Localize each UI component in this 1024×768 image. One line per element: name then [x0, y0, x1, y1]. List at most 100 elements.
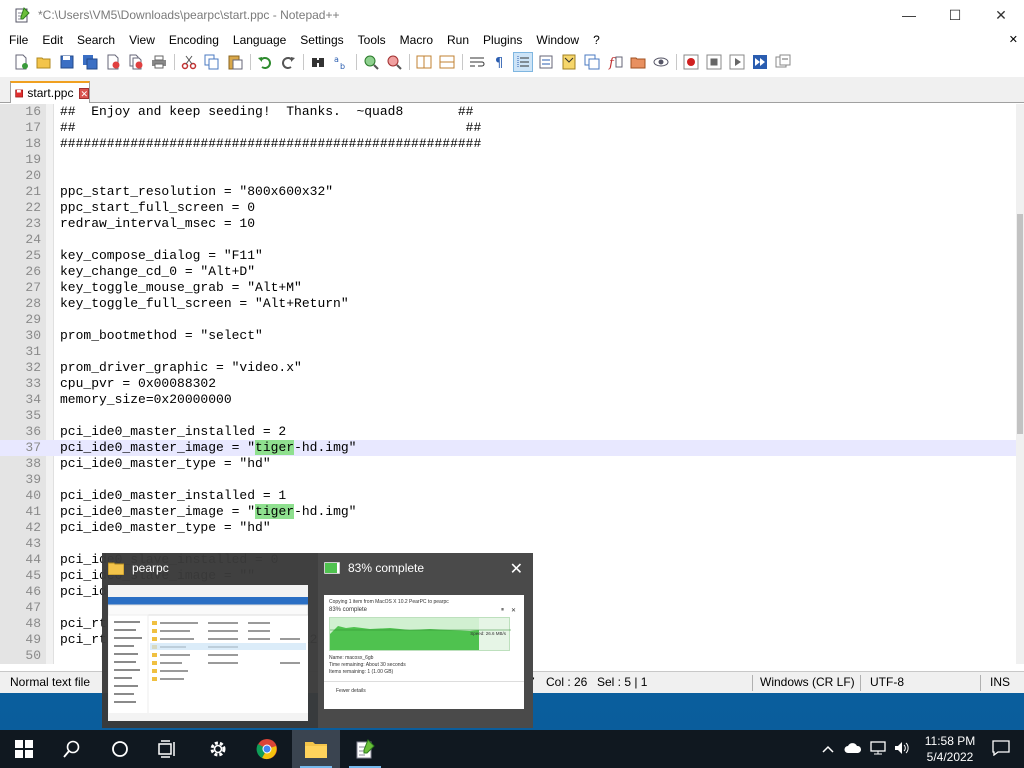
- copy-progress-thumbnail[interactable]: 83% complete ✕ Copying 1 item from MacOS…: [318, 553, 533, 728]
- menu-view[interactable]: View: [122, 30, 162, 50]
- paste-icon[interactable]: [226, 53, 244, 71]
- code-line[interactable]: 19: [0, 152, 1016, 168]
- code-line[interactable]: 28 key_toggle_full_screen = "Alt+Return": [0, 296, 1016, 312]
- onedrive-icon[interactable]: [844, 742, 862, 757]
- save-macro-icon[interactable]: [774, 53, 792, 71]
- code-line[interactable]: 41 pci_ide0_master_image = "tiger-hd.img": [0, 504, 1016, 520]
- sync-vertical-icon[interactable]: [415, 53, 433, 71]
- show-all-chars-icon[interactable]: ¶: [491, 53, 509, 71]
- menu-file[interactable]: File: [0, 30, 35, 50]
- folder-icon[interactable]: [629, 53, 647, 71]
- code-line[interactable]: 31: [0, 344, 1016, 360]
- tab-start-ppc[interactable]: start.ppc ✕: [10, 81, 90, 103]
- maximize-button[interactable]: ☐: [932, 0, 978, 30]
- menu-plugins[interactable]: Plugins: [476, 30, 529, 50]
- code-line[interactable]: 29: [0, 312, 1016, 328]
- sync-horizontal-icon[interactable]: [438, 53, 456, 71]
- task-view-button[interactable]: [144, 730, 192, 768]
- monitoring-icon[interactable]: [652, 53, 670, 71]
- close-document-icon[interactable]: ✕: [1009, 30, 1018, 50]
- play-macro-icon[interactable]: [728, 53, 746, 71]
- code-line[interactable]: 22 ppc_start_full_screen = 0: [0, 200, 1016, 216]
- menu-macro[interactable]: Macro: [393, 30, 440, 50]
- code-line[interactable]: 26 key_change_cd_0 = "Alt+D": [0, 264, 1016, 280]
- function-list-icon[interactable]: [583, 53, 601, 71]
- code-line[interactable]: 32 prom_driver_graphic = "video.x": [0, 360, 1016, 376]
- thumbnail-close-icon[interactable]: ✕: [510, 559, 523, 579]
- network-icon[interactable]: [870, 740, 886, 758]
- folder-as-workspace-icon[interactable]: f: [606, 53, 624, 71]
- save-all-icon[interactable]: [81, 53, 99, 71]
- taskbar-chrome[interactable]: [243, 730, 291, 768]
- code-line[interactable]: 36 pci_ide0_master_installed = 2: [0, 424, 1016, 440]
- replace-icon[interactable]: ab: [332, 53, 350, 71]
- menu-tools[interactable]: Tools: [351, 30, 393, 50]
- code-line[interactable]: 27 key_toggle_mouse_grab = "Alt+M": [0, 280, 1016, 296]
- menu-settings[interactable]: Settings: [293, 30, 350, 50]
- code-line[interactable]: 21 ppc_start_resolution = "800x600x32": [0, 184, 1016, 200]
- find-icon[interactable]: [309, 53, 327, 71]
- zoom-in-icon[interactable]: [362, 53, 380, 71]
- open-file-icon[interactable]: [35, 53, 53, 71]
- close-icon[interactable]: [104, 53, 122, 71]
- vertical-scrollbar[interactable]: [1016, 104, 1024, 664]
- explorer-thumbnail[interactable]: pearpc: [102, 553, 312, 728]
- menu-search[interactable]: Search: [70, 30, 122, 50]
- user-language-icon[interactable]: [537, 53, 555, 71]
- status-encoding[interactable]: UTF-8: [870, 672, 904, 694]
- undo-icon[interactable]: [256, 53, 274, 71]
- save-icon[interactable]: [58, 53, 76, 71]
- action-center-icon[interactable]: [992, 739, 1010, 759]
- code-line[interactable]: 38 pci_ide0_master_type = "hd": [0, 456, 1016, 472]
- doc-map-icon[interactable]: [560, 53, 578, 71]
- cortana-button[interactable]: [96, 730, 144, 768]
- code-line[interactable]: 40 pci_ide0_master_installed = 1: [0, 488, 1016, 504]
- close-all-icon[interactable]: [127, 53, 145, 71]
- code-line[interactable]: 25 key_compose_dialog = "F11": [0, 248, 1016, 264]
- menu-encoding[interactable]: Encoding: [162, 30, 226, 50]
- menu-edit[interactable]: Edit: [35, 30, 70, 50]
- search-button[interactable]: [48, 730, 96, 768]
- word-wrap-icon[interactable]: [468, 53, 486, 71]
- code-line[interactable]: 37 pci_ide0_master_image = "tiger-hd.img": [0, 440, 1016, 456]
- status-eol[interactable]: Windows (CR LF): [760, 672, 855, 694]
- code-line[interactable]: 35: [0, 408, 1016, 424]
- code-line[interactable]: 30 prom_bootmethod = "select": [0, 328, 1016, 344]
- menu-window[interactable]: Window: [529, 30, 586, 50]
- indent-guide-icon[interactable]: [513, 52, 533, 72]
- redo-icon[interactable]: [279, 53, 297, 71]
- copy-icon[interactable]: [203, 53, 221, 71]
- taskbar-notepadpp[interactable]: [341, 730, 389, 768]
- status-mode[interactable]: INS: [990, 672, 1010, 694]
- run-macro-multiple-icon[interactable]: [751, 53, 769, 71]
- code-line[interactable]: 17 ## ##: [0, 120, 1016, 136]
- menu-run[interactable]: Run: [440, 30, 476, 50]
- stop-macro-icon[interactable]: [705, 53, 723, 71]
- code-line[interactable]: 43: [0, 536, 1016, 552]
- minimize-button[interactable]: —: [886, 0, 932, 30]
- code-line[interactable]: 42 pci_ide0_master_type = "hd": [0, 520, 1016, 536]
- title-bar[interactable]: *C:\Users\VM5\Downloads\pearpc\start.ppc…: [0, 0, 1024, 30]
- taskbar-file-explorer[interactable]: [292, 730, 340, 768]
- menu-language[interactable]: Language: [226, 30, 293, 50]
- print-icon[interactable]: [150, 53, 168, 71]
- tray-overflow-icon[interactable]: [822, 742, 834, 756]
- cut-icon[interactable]: [180, 53, 198, 71]
- zoom-out-icon[interactable]: [385, 53, 403, 71]
- close-button[interactable]: ✕: [978, 0, 1024, 30]
- code-line[interactable]: 33 cpu_pvr = 0x00088302: [0, 376, 1016, 392]
- code-line[interactable]: 34 memory_size=0x20000000: [0, 392, 1016, 408]
- scrollbar-thumb[interactable]: [1017, 214, 1023, 434]
- code-line[interactable]: 18 ######################################…: [0, 136, 1016, 152]
- menu-help[interactable]: ?: [586, 30, 607, 50]
- volume-icon[interactable]: [894, 741, 910, 758]
- start-button[interactable]: [0, 730, 48, 768]
- code-line[interactable]: 20: [0, 168, 1016, 184]
- code-line[interactable]: 24: [0, 232, 1016, 248]
- record-macro-icon[interactable]: [682, 53, 700, 71]
- tab-close-icon[interactable]: ✕: [79, 87, 89, 99]
- code-line[interactable]: 23 redraw_interval_msec = 10: [0, 216, 1016, 232]
- taskbar-settings[interactable]: [194, 730, 242, 768]
- clock[interactable]: 11:58 PM 5/4/2022: [920, 733, 980, 765]
- code-line[interactable]: 16 ## Enjoy and keep seeding! Thanks. ~qu…: [0, 104, 1016, 120]
